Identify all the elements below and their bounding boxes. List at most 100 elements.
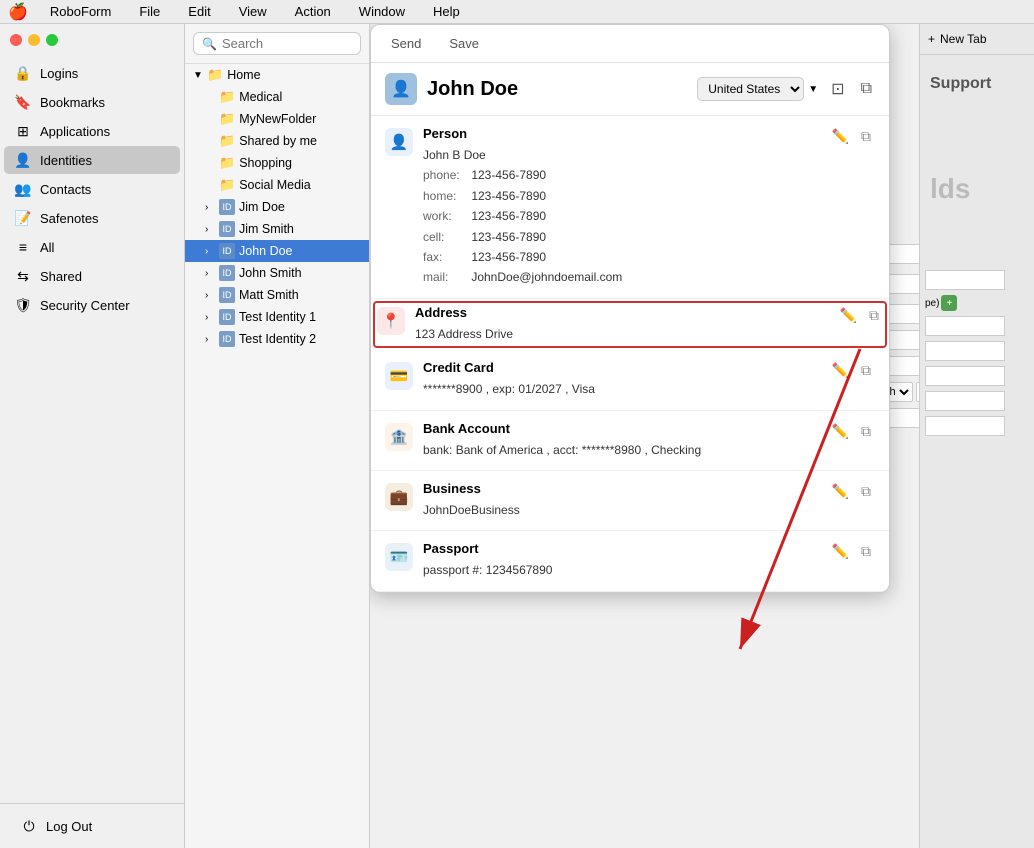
- right-input-2[interactable]: [925, 316, 1005, 336]
- section-business-content: Business JohnDoeBusiness: [423, 481, 818, 520]
- right-input-5[interactable]: [925, 391, 1005, 411]
- person-icon: 👤: [391, 79, 411, 99]
- sidebar-item-identities[interactable]: 👤 Identities: [4, 146, 180, 174]
- menubar-roboform[interactable]: RoboForm: [44, 2, 117, 21]
- type-label: pe): [925, 298, 939, 309]
- tree-item-testidentity2[interactable]: › ID Test Identity 2: [185, 328, 369, 350]
- tree-item-jimdoe[interactable]: › ID Jim Doe: [185, 196, 369, 218]
- identity-card-icon: ID: [219, 265, 235, 281]
- menubar-window[interactable]: Window: [353, 2, 411, 21]
- chevron-right-icon: ›: [205, 290, 215, 301]
- tree-item-medical[interactable]: 📁 Medical: [185, 86, 369, 108]
- sidebar-item-security[interactable]: 🛡 Security Center: [4, 291, 180, 319]
- menubar-view[interactable]: View: [233, 2, 273, 21]
- section-business-title: Business: [423, 481, 818, 496]
- copy-passport-button[interactable]: ⧉: [857, 541, 875, 562]
- identity-header: 👤 John Doe United States ▼ ⊡ ⧉: [371, 63, 889, 116]
- menubar-file[interactable]: File: [133, 2, 166, 21]
- logout-icon: ⏻: [20, 817, 38, 835]
- edit-passport-button[interactable]: ✏️: [828, 541, 853, 562]
- sidebar-item-bookmarks[interactable]: 🔖 Bookmarks: [4, 88, 180, 116]
- copy-button[interactable]: ⧉: [858, 77, 875, 101]
- tree-item-sharedbyme[interactable]: 📁 Shared by me: [185, 130, 369, 152]
- country-dropdown[interactable]: United States: [697, 77, 804, 101]
- section-passport: 🪪 Passport passport #: 1234567890 ✏️ ⧉: [371, 531, 889, 591]
- contacts-icon: 👥: [14, 180, 32, 198]
- identity-panel: Send Save 👤 John Doe United States ▼ ⊡ ⧉: [370, 24, 890, 593]
- menubar-edit[interactable]: Edit: [182, 2, 216, 21]
- green-badge: +: [941, 295, 957, 311]
- save-button[interactable]: Save: [441, 33, 487, 54]
- support-label: Support: [920, 55, 1034, 113]
- all-icon: ≡: [14, 238, 32, 256]
- right-input-type-wrap: pe) +: [925, 295, 1005, 311]
- sidebar-item-shared[interactable]: ⇆ Shared: [4, 262, 180, 290]
- edit-person-button[interactable]: ✏️: [828, 126, 853, 147]
- search-icon: 🔍: [202, 37, 217, 51]
- section-person: 👤 Person John B Doe phone: 123-456-7890 …: [371, 116, 889, 299]
- section-person-title: Person: [423, 126, 818, 141]
- right-input-4[interactable]: [925, 366, 1005, 386]
- tree-item-home[interactable]: ▼ 📁 Home: [185, 64, 369, 86]
- sidebar-item-logins[interactable]: 🔒 Logins: [4, 59, 180, 87]
- right-input-1[interactable]: [925, 270, 1005, 290]
- edit-credit-button[interactable]: ✏️: [828, 360, 853, 381]
- folder-icon: 📁: [219, 111, 235, 127]
- menubar-action[interactable]: Action: [289, 2, 337, 21]
- chevron-right-icon: ›: [205, 312, 215, 323]
- badge-icon: +: [947, 298, 953, 309]
- search-input-wrap[interactable]: 🔍: [193, 32, 361, 55]
- section-business-actions: ✏️ ⧉: [828, 481, 875, 502]
- maximize-button[interactable]: [46, 34, 58, 46]
- copy-bank-button[interactable]: ⧉: [857, 421, 875, 442]
- lock-icon: 🔒: [14, 64, 32, 82]
- tree-item-mynewfolder[interactable]: 📁 MyNewFolder: [185, 108, 369, 130]
- identity-card-icon: ID: [219, 287, 235, 303]
- sidebar-item-safenotes[interactable]: 📝 Safenotes: [4, 204, 180, 232]
- sidebar-footer: ⏻ Log Out: [0, 803, 184, 848]
- tree-item-testidentity1[interactable]: › ID Test Identity 1: [185, 306, 369, 328]
- sidebar-item-all[interactable]: ≡ All: [4, 233, 180, 261]
- send-button[interactable]: Send: [383, 33, 429, 54]
- sidebar-item-applications[interactable]: ⊞ Applications: [4, 117, 180, 145]
- tree-item-johnsmith[interactable]: › ID John Smith: [185, 262, 369, 284]
- close-button[interactable]: [10, 34, 22, 46]
- apple-menu[interactable]: 🍎: [8, 2, 28, 22]
- identity-sections: 👤 Person John B Doe phone: 123-456-7890 …: [371, 116, 889, 592]
- section-address-title: Address: [415, 305, 826, 320]
- file-tree: 🔍 ▼ 📁 Home 📁 Medical 📁 MyNewFolder 📁 Sha…: [185, 24, 370, 848]
- plus-icon: +: [928, 32, 935, 46]
- tree-item-shopping[interactable]: 📁 Shopping: [185, 152, 369, 174]
- edit-address-button[interactable]: ✏️: [836, 305, 861, 326]
- edit-bank-button[interactable]: ✏️: [828, 421, 853, 442]
- copy-credit-button[interactable]: ⧉: [857, 360, 875, 381]
- tree-item-johndoe[interactable]: › ID John Doe: [185, 240, 369, 262]
- section-bank-detail: bank: Bank of America , acct: *******898…: [423, 440, 818, 460]
- menubar-help[interactable]: Help: [427, 2, 466, 21]
- lds-partial-label: lds: [920, 113, 1034, 215]
- right-input-6[interactable]: [925, 416, 1005, 436]
- new-tab-bar: + New Tab: [920, 24, 1034, 55]
- logout-button[interactable]: ⏻ Log Out: [10, 812, 174, 840]
- folder-icon: 📁: [207, 67, 223, 83]
- sidebar-item-contacts[interactable]: 👥 Contacts: [4, 175, 180, 203]
- section-business: 💼 Business JohnDoeBusiness ✏️ ⧉: [371, 471, 889, 531]
- search-input[interactable]: [222, 36, 352, 51]
- right-input-3[interactable]: [925, 341, 1005, 361]
- edit-business-button[interactable]: ✏️: [828, 481, 853, 502]
- applications-icon: ⊞: [14, 122, 32, 140]
- copy-business-button[interactable]: ⧉: [857, 481, 875, 502]
- business-section-icon: 💼: [385, 483, 413, 511]
- copy-person-button[interactable]: ⧉: [857, 126, 875, 147]
- tree-item-socialmedia[interactable]: 📁 Social Media: [185, 174, 369, 196]
- tree-item-jimsmith[interactable]: › ID Jim Smith: [185, 218, 369, 240]
- section-credit-title: Credit Card: [423, 360, 818, 375]
- tree-item-mattsmith[interactable]: › ID Matt Smith: [185, 284, 369, 306]
- section-bank-actions: ✏️ ⧉: [828, 421, 875, 442]
- identity-icon: 👤: [14, 151, 32, 169]
- minimize-button[interactable]: [28, 34, 40, 46]
- section-person-content: Person John B Doe phone: 123-456-7890 ho…: [423, 126, 818, 288]
- identity-card-icon: ID: [219, 309, 235, 325]
- mobile-view-button[interactable]: ⊡: [828, 76, 847, 102]
- copy-address-button[interactable]: ⧉: [865, 305, 883, 326]
